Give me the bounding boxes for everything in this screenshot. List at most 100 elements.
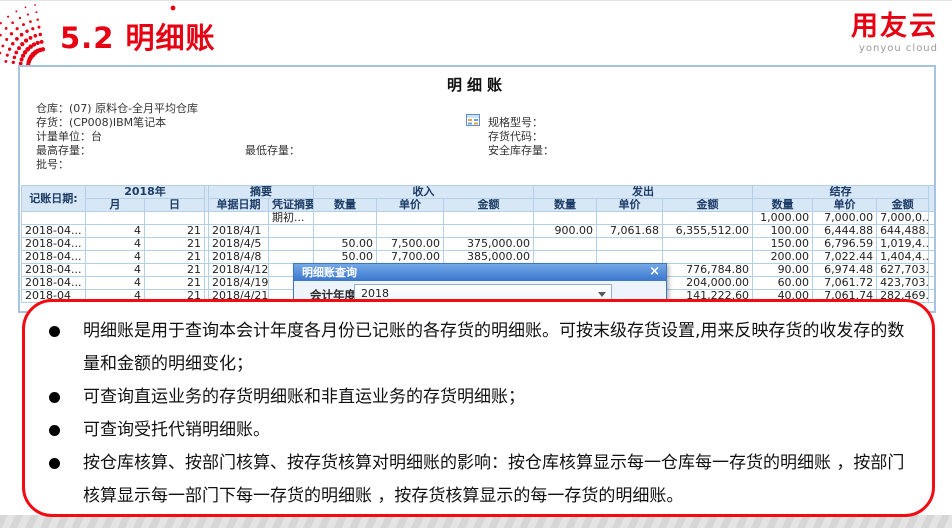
table-cell: 4 (86, 264, 145, 277)
table-row[interactable]: 2018-04...4212018/4/550.007,500.00375,00… (22, 238, 937, 251)
col-header-summary: 摘要 (209, 186, 314, 199)
table-cell: 21 (145, 238, 205, 251)
table-cell: 7,000.00 (813, 212, 877, 225)
safe-stock-label: 安全库存量： (488, 142, 554, 158)
table-cell: 200.00 (753, 251, 813, 264)
notes-box: 明细账是用于查询本会计年度各月份已记账的各存货的明细账。可按末级存货设置,用来反… (22, 299, 935, 517)
table-cell (86, 212, 145, 225)
table-cell: 6,974.48 (813, 264, 877, 277)
table-cell: 21 (145, 264, 205, 277)
col-header-doc-date: 单据日期 (209, 199, 269, 212)
col-header-in-price: 单价 (377, 199, 444, 212)
table-cell (314, 225, 377, 238)
batch-label: 批号： (36, 156, 69, 172)
table-cell (597, 251, 663, 264)
table-cell (597, 238, 663, 251)
table-cell: 7,500.00 (377, 238, 444, 251)
col-header-date: 记账日期: (22, 186, 86, 212)
table-cell: 1,404,4... (877, 251, 929, 264)
table-cell: 7,022.44 (813, 251, 877, 264)
table-row[interactable]: 期初...1,000.007,000.007,000,0... (22, 212, 937, 225)
col-header-bal-price: 单价 (813, 199, 877, 212)
table-cell: 50.00 (314, 238, 377, 251)
dialog-title: 明细账查询 (302, 266, 357, 279)
col-header-bal-qty: 数量 (753, 199, 813, 212)
min-stock-label: 最低存量： (245, 142, 300, 158)
table-cell: 100.00 (753, 225, 813, 238)
table-cell: 21 (145, 225, 205, 238)
table-cell: 2018/4/8 (209, 251, 269, 264)
table-cell: 1,019,4... (877, 238, 929, 251)
table-cell: 2018-04... (22, 277, 86, 290)
table-cell (22, 212, 86, 225)
notes-list: 明细账是用于查询本会计年度各月份已记账的各存货的明细账。可按末级存货设置,用来反… (25, 302, 932, 513)
table-cell: 204,000.00 (663, 277, 753, 290)
table-cell: 150.00 (753, 238, 813, 251)
list-item: 按仓库核算、按部门核算、按存货核算对明细账的影响：按仓库核算显示每一仓库每一存货… (83, 447, 910, 513)
ledger-title: 明细账 (20, 74, 934, 95)
table-cell: 7,000,0... (877, 212, 929, 225)
table-cell: 4 (86, 251, 145, 264)
table-cell: 776,784.80 (663, 264, 753, 277)
col-header-bal-amt: 金额 (877, 199, 929, 212)
table-cell: 6,796.59 (813, 238, 877, 251)
table-cell (314, 212, 377, 225)
table-cell (929, 264, 936, 277)
unit-value: 台 (91, 130, 102, 143)
col-header-year: 2018年 (86, 186, 205, 199)
table-cell (929, 277, 936, 290)
col-header-day: 日 (145, 199, 205, 212)
table-cell (444, 225, 534, 238)
table-cell (377, 212, 444, 225)
table-cell: 2018/4/5 (209, 238, 269, 251)
table-cell (269, 251, 314, 264)
table-cell: 4 (86, 238, 145, 251)
table-cell: 21 (145, 277, 205, 290)
table-cell: 2018-04... (22, 238, 86, 251)
close-icon[interactable]: × (649, 264, 660, 280)
col-header-out-amt: 金额 (663, 199, 753, 212)
table-cell (444, 212, 534, 225)
list-item: 明细账是用于查询本会计年度各月份已记账的各存货的明细账。可按末级存货设置,用来反… (83, 315, 910, 381)
table-cell: 2018-04... (22, 264, 86, 277)
table-cell: 90.00 (753, 264, 813, 277)
dialog-titlebar[interactable]: 明细账查询 × (294, 264, 666, 281)
col-header-voucher: 凭证摘要 (269, 199, 314, 212)
bullet-icon (49, 425, 60, 436)
table-cell: 50.00 (314, 251, 377, 264)
col-header-extra (929, 186, 936, 212)
table-cell (209, 212, 269, 225)
col-header-in-amt: 金额 (444, 199, 534, 212)
note-text: 按仓库核算、按部门核算、按存货核算对明细账的影响：按仓库核算显示每一仓库每一存货… (83, 453, 904, 506)
table-cell (534, 251, 597, 264)
col-header-out: 发出 (534, 186, 753, 199)
table-cell (534, 238, 597, 251)
table-cell: 644,488... (877, 225, 929, 238)
table-cell: 60.00 (753, 277, 813, 290)
yonyou-logo: 用友云 yonyou cloud (851, 11, 938, 54)
table-cell: 627,703... (877, 264, 929, 277)
table-row[interactable]: 2018-04...4212018/4/1900.007,061.686,355… (22, 225, 937, 238)
table-cell: 2018/4/1 (209, 225, 269, 238)
table-cell (269, 238, 314, 251)
table-cell (663, 238, 753, 251)
note-text: 明细账是用于查询本会计年度各月份已记账的各存货的明细账。可按末级存货设置,用来反… (83, 321, 904, 374)
grid-icon[interactable] (466, 114, 480, 126)
table-cell: 4 (86, 277, 145, 290)
page-title: 5.2 明细账 (60, 15, 215, 57)
table-cell (534, 212, 597, 225)
list-item: 可查询直运业务的存货明细账和非直运业务的存货明细账； (83, 381, 910, 414)
table-cell (269, 225, 314, 238)
table-subheader-row: 月 日 单据日期 凭证摘要 数量 单价 金额 数量 单价 金额 数量 单价 金额 (22, 199, 937, 212)
table-cell: 423,703... (877, 277, 929, 290)
table-cell (597, 212, 663, 225)
bullet-icon (49, 326, 60, 337)
table-cell (145, 212, 205, 225)
table-cell (663, 212, 753, 225)
col-header-month: 月 (86, 199, 145, 212)
table-cell: 7,700.00 (377, 251, 444, 264)
table-cell: 6,355,512.00 (663, 225, 753, 238)
table-row[interactable]: 2018-04...4212018/4/850.007,700.00385,00… (22, 251, 937, 264)
table-cell (929, 251, 936, 264)
table-cell: 2018/4/12 (209, 264, 269, 277)
